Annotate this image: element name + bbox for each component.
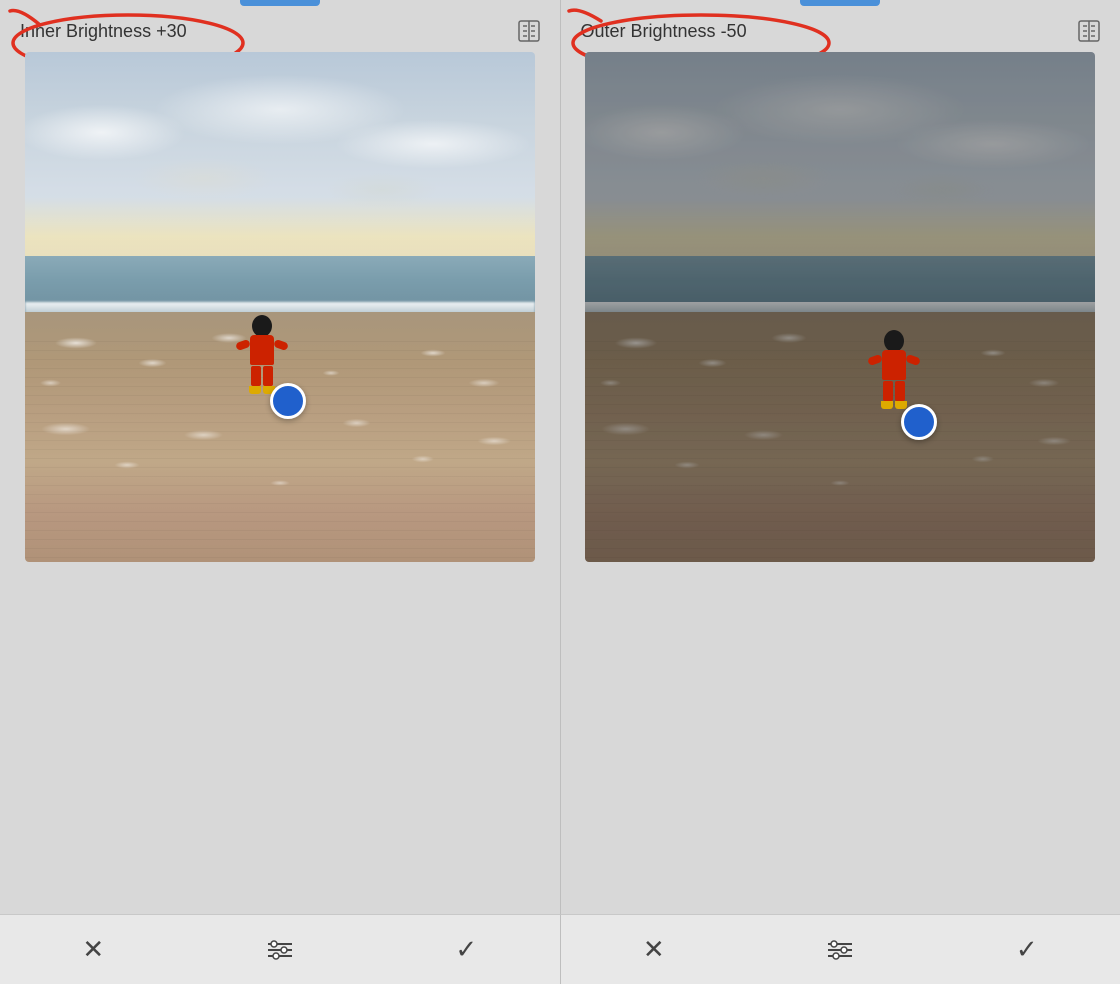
right-foam-spots-lower [585,399,1095,519]
child-torso-left [250,335,274,365]
child-figure-right [881,330,907,409]
right-toolbar: ✕ ✓ [561,914,1120,984]
right-panel-header: Outer Brightness -50 [561,6,1120,52]
child-boot-left-1 [249,386,261,394]
child-boots-right [881,401,907,409]
child-legs-right [883,381,905,401]
left-confirm-button[interactable]: ✓ [444,928,488,972]
right-confirm-button[interactable]: ✓ [1005,928,1049,972]
right-cancel-icon[interactable]: ✕ [643,934,665,965]
child-figure-left [249,315,275,394]
left-brightness-label: Inner Brightness +30 [20,21,187,41]
right-adjust-button[interactable] [818,928,862,972]
child-body-left [249,315,275,394]
bottom-toolbars: ✕ ✓ ✕ [0,914,1120,984]
right-image-container [561,52,1120,914]
child-leg-left-2 [263,366,273,386]
left-panel: Inner Brightness +30 [0,0,561,914]
left-panel-header: Inner Brightness +30 [0,6,560,52]
child-leg-right-1 [883,381,893,401]
left-cancel-button[interactable]: ✕ [71,928,115,972]
right-split-view-icon[interactable] [1078,20,1100,42]
child-leg-left-1 [251,366,261,386]
left-beach-image [25,52,535,562]
right-beach-scene [585,52,1095,562]
child-body-right [881,330,907,409]
left-sliders-icon [266,938,294,962]
left-toolbar: ✕ ✓ [0,914,561,984]
right-sliders-icon [826,938,854,962]
child-head-right [884,330,904,352]
right-beach-image [585,52,1095,562]
right-brightness-label: Outer Brightness -50 [581,21,747,41]
left-beach-scene [25,52,535,562]
child-boot-right-1 [881,401,893,409]
left-image-container [0,52,560,914]
left-cancel-icon[interactable]: ✕ [82,934,104,965]
child-head-left [252,315,272,337]
right-cancel-button[interactable]: ✕ [632,928,676,972]
blue-handle-left[interactable] [270,383,306,419]
child-torso-right [882,350,906,380]
child-leg-right-2 [895,381,905,401]
child-boot-right-2 [895,401,907,409]
left-split-view-icon[interactable] [518,20,540,42]
left-check-icon[interactable]: ✓ [455,934,477,965]
right-check-icon[interactable]: ✓ [1016,934,1038,965]
child-legs-left [251,366,273,386]
left-adjust-button[interactable] [258,928,302,972]
right-panel: Outer Brightness -50 [561,0,1120,914]
